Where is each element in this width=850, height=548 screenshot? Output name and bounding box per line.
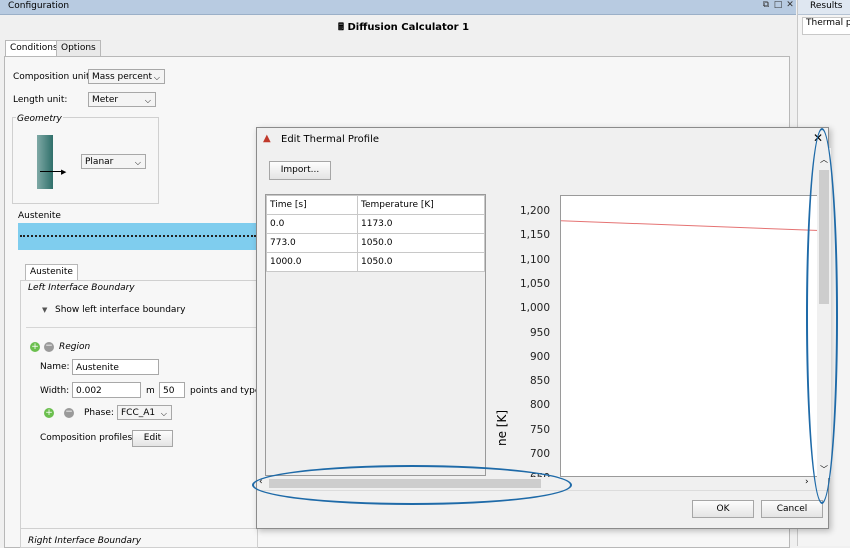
- planar-geometry-image: [37, 135, 53, 189]
- results-tab-label: Results: [810, 1, 843, 11]
- points-label: points and type: [190, 386, 261, 396]
- y-tick-label: 950: [529, 326, 550, 339]
- temperature-series-line: [560, 220, 820, 232]
- y-axis-label: ne [K]: [495, 409, 509, 446]
- divider: [20, 528, 256, 529]
- chevron-down-icon: ⌵: [153, 73, 160, 82]
- region-width-label: Width:: [40, 386, 70, 396]
- table-row: 1000.0 1050.0: [266, 252, 485, 272]
- y-tick-label: 1,200: [519, 205, 550, 217]
- remove-region-icon[interactable]: −: [44, 342, 54, 352]
- region-name-input[interactable]: Austenite: [72, 359, 159, 375]
- chevron-down-icon: ⌵: [160, 409, 167, 418]
- arrow-head-icon: ▶: [61, 168, 67, 176]
- temperature-cell[interactable]: 1050.0: [357, 233, 485, 253]
- length-unit-label: Length unit:: [13, 95, 68, 105]
- import-button[interactable]: Import...: [269, 161, 331, 180]
- show-left-boundary-toggle[interactable]: Show left interface boundary: [55, 305, 185, 315]
- grid-points-line: [20, 235, 256, 237]
- cancel-button[interactable]: Cancel: [761, 500, 823, 518]
- column-header-temperature[interactable]: Temperature [K]: [357, 195, 485, 215]
- divider: [26, 327, 256, 328]
- calculator-title: 🖩 Diffusion Calculator 1: [338, 20, 469, 37]
- maximize-icon[interactable]: □: [772, 0, 784, 10]
- window-controls: ⧉ □ ✕: [760, 0, 796, 14]
- collapse-icon[interactable]: ▼: [42, 306, 47, 314]
- calculator-icon: 🖩: [338, 22, 344, 33]
- points-input[interactable]: 50: [159, 382, 185, 398]
- geometry-label: Geometry: [16, 114, 63, 124]
- region-bar-label: Austenite: [18, 211, 61, 221]
- plot-svg: [560, 220, 820, 232]
- time-cell[interactable]: 1000.0: [266, 252, 358, 272]
- composition-unit-value: Mass percent: [92, 72, 152, 82]
- results-tab[interactable]: Results: [798, 0, 850, 15]
- scroll-right-icon[interactable]: ›: [805, 477, 809, 487]
- composition-profiles-label: Composition profiles:: [40, 433, 136, 443]
- length-unit-value: Meter: [92, 95, 119, 105]
- time-cell[interactable]: 0.0: [266, 214, 358, 234]
- table-header-row: Time [s] Temperature [K]: [266, 195, 485, 215]
- composition-unit-select[interactable]: Mass percent ⌵: [88, 69, 165, 84]
- thermal-profile-plot: [560, 195, 822, 477]
- restore-icon[interactable]: ⧉: [760, 0, 772, 10]
- column-header-time[interactable]: Time [s]: [266, 195, 358, 215]
- window-titlebar: Configuration ⧉ □ ✕: [0, 0, 796, 15]
- thermal-profile-result-label: Thermal pro: [806, 18, 850, 28]
- y-tick-label: 700: [529, 448, 550, 460]
- chevron-down-icon: ⌵: [144, 96, 151, 105]
- table-row: 773.0 1050.0: [266, 233, 485, 253]
- geometry-select[interactable]: Planar ⌵: [81, 154, 146, 169]
- geometry-value: Planar: [85, 157, 114, 167]
- region-width-input[interactable]: 0.002: [72, 382, 141, 398]
- y-tick-label: 750: [529, 423, 550, 436]
- composition-unit-label: Composition unit:: [13, 72, 93, 82]
- tab-austenite[interactable]: Austenite: [25, 264, 78, 280]
- edit-composition-button[interactable]: Edit: [132, 430, 173, 447]
- remove-phase-icon[interactable]: −: [64, 408, 74, 418]
- y-tick-label: 850: [529, 375, 550, 388]
- highlight-oval-vertical: [806, 128, 838, 504]
- phase-select[interactable]: FCC_A1 ⌵: [117, 405, 172, 420]
- window-title: Configuration: [8, 1, 70, 11]
- calculator-title-text: Diffusion Calculator 1: [347, 22, 470, 33]
- app-logo-icon: ▲: [263, 133, 271, 144]
- thermal-profile-table: Time [s] Temperature [K] 0.0 1173.0 773.…: [265, 194, 486, 476]
- length-unit-select[interactable]: Meter ⌵: [88, 92, 156, 107]
- right-boundary-title: Right Interface Boundary: [28, 536, 142, 546]
- y-tick-label: 1,050: [519, 277, 550, 290]
- phase-value: FCC_A1: [121, 408, 156, 418]
- region-width-unit: m: [146, 386, 155, 396]
- add-region-icon[interactable]: +: [30, 342, 40, 352]
- left-boundary-title: Left Interface Boundary: [28, 283, 135, 293]
- y-tick-label: 800: [529, 399, 550, 412]
- tab-conditions[interactable]: Conditions: [5, 40, 63, 56]
- time-cell[interactable]: 773.0: [266, 233, 358, 253]
- dialog-title: Edit Thermal Profile: [281, 134, 379, 145]
- chevron-down-icon: ⌵: [134, 158, 141, 167]
- region-title: Region: [59, 342, 91, 352]
- temperature-cell[interactable]: 1173.0: [357, 214, 485, 234]
- thermal-profile-result-item[interactable]: Thermal pro: [802, 17, 850, 35]
- close-icon[interactable]: ✕: [784, 0, 796, 10]
- tab-options[interactable]: Options: [56, 40, 101, 56]
- region-name-label: Name:: [40, 362, 70, 372]
- y-tick-label: 900: [529, 350, 550, 363]
- table-row: 0.0 1173.0: [266, 214, 485, 234]
- highlight-oval-horizontal: [252, 465, 572, 505]
- add-phase-icon[interactable]: +: [44, 408, 54, 418]
- ok-button[interactable]: OK: [692, 500, 754, 518]
- y-tick-label: 1,100: [519, 253, 550, 266]
- y-tick-label: 1,000: [519, 302, 550, 315]
- phase-label: Phase:: [84, 408, 114, 418]
- temperature-cell[interactable]: 1050.0: [357, 252, 485, 272]
- y-tick-label: 1,150: [519, 229, 550, 242]
